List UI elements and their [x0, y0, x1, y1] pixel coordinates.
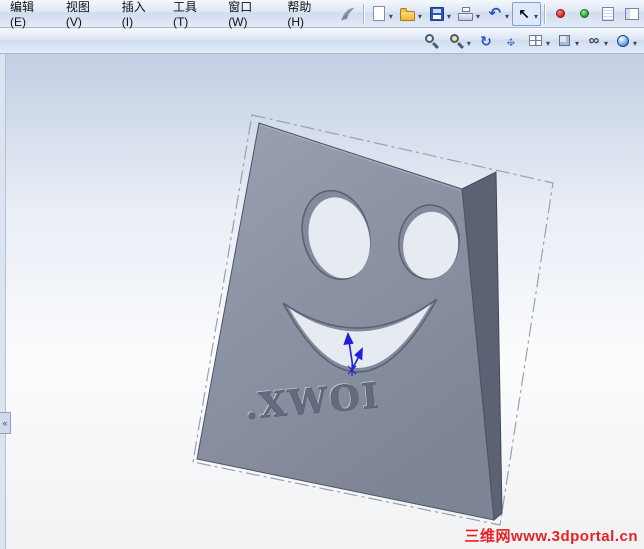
notebook-icon: [599, 5, 617, 23]
task-pane-button[interactable]: [620, 2, 644, 26]
appearance-ball-icon: [614, 32, 632, 50]
toolbar-separator: [362, 3, 364, 24]
save-button[interactable]: ▾: [425, 2, 454, 26]
dropdown-caret[interactable]: ▾: [476, 7, 480, 21]
open-folder-icon: [399, 5, 417, 23]
dropdown-caret[interactable]: ▾: [505, 7, 509, 21]
hide-show-items-button[interactable]: ▾: [582, 30, 611, 52]
view-toolbar-buttons: ▾ ▾ ▾: [420, 30, 640, 52]
view-orientation-button[interactable]: ▾: [524, 30, 553, 52]
toolbar-separator: [544, 3, 545, 24]
dropdown-caret[interactable]: ▾: [418, 7, 422, 21]
save-floppy-icon: [428, 5, 446, 23]
menu-tools[interactable]: 工具(T): [165, 0, 220, 33]
appearance-button[interactable]: ▾: [611, 30, 640, 52]
panel-icon: [623, 5, 641, 23]
glasses-icon: [585, 32, 603, 50]
new-document-icon: [370, 5, 388, 23]
open-button[interactable]: ▾: [396, 2, 425, 26]
model-canvas[interactable]: .XWOI .XWOI: [0, 54, 644, 549]
menu-view[interactable]: 视图(V): [58, 0, 114, 33]
green-dot-icon: [575, 5, 593, 23]
print-button[interactable]: ▾: [454, 2, 483, 26]
dropdown-caret[interactable]: ▾: [447, 7, 451, 21]
dropdown-caret[interactable]: ▾: [575, 34, 579, 48]
dropdown-caret[interactable]: ▾: [604, 34, 608, 48]
undo-button[interactable]: ▾: [483, 2, 512, 26]
standard-toolbar: ▾ ▾ ▾ ▾ ▾: [367, 1, 541, 26]
graphics-viewport[interactable]: .XWOI .XWOI 三维网www.3dportal.cn: [0, 54, 644, 549]
menu-bar: 编辑(E) 视图(V) 插入(I) 工具(T) 窗口(W) 帮助(H) ▾ ▾ …: [0, 0, 644, 29]
print-icon: [457, 5, 475, 23]
zoom-fit-button[interactable]: [420, 30, 445, 52]
dropdown-caret[interactable]: ▾: [389, 7, 393, 21]
rotate-view-icon: [477, 32, 495, 50]
pan-button[interactable]: [499, 30, 524, 52]
menu-help[interactable]: 帮助(H): [279, 0, 336, 33]
standard-toolbar-extra: [548, 2, 644, 26]
rotate-view-button[interactable]: [474, 30, 499, 52]
new-document-button[interactable]: ▾: [367, 2, 396, 26]
display-style-cube-icon: [556, 32, 574, 50]
menu-edit[interactable]: 编辑(E): [2, 0, 58, 33]
undo-arrow-icon: [486, 5, 504, 23]
red-dot-icon: [551, 5, 569, 23]
solidworks-window: 编辑(E) 视图(V) 插入(I) 工具(T) 窗口(W) 帮助(H) ▾ ▾ …: [0, 0, 644, 549]
menu-insert[interactable]: 插入(I): [114, 0, 165, 33]
select-button[interactable]: ▾: [511, 1, 541, 26]
view-orientation-icon: [527, 32, 545, 50]
solidworks-logo-icon: [338, 4, 358, 24]
design-binder-button[interactable]: [596, 2, 620, 26]
rebuild-go-button[interactable]: [572, 2, 596, 26]
magnifier-icon: [423, 32, 441, 50]
menu-window[interactable]: 窗口(W): [220, 0, 279, 33]
dropdown-caret[interactable]: ▾: [546, 34, 550, 48]
display-style-button[interactable]: ▾: [553, 30, 582, 52]
dropdown-caret[interactable]: ▾: [534, 7, 538, 21]
dropdown-caret[interactable]: ▾: [467, 34, 471, 48]
rebuild-stop-button[interactable]: [548, 2, 572, 26]
pan-arrows-icon: [502, 32, 520, 50]
zoom-area-button[interactable]: ▾: [445, 30, 474, 52]
model-plate[interactable]: [196, 122, 495, 521]
dropdown-caret[interactable]: ▾: [633, 34, 637, 48]
magnifier-area-icon: [448, 32, 466, 50]
watermark: 三维网www.3dportal.cn: [464, 528, 638, 545]
select-cursor-icon: [515, 5, 533, 23]
menu-items: 编辑(E) 视图(V) 插入(I) 工具(T) 窗口(W) 帮助(H): [2, 0, 336, 33]
